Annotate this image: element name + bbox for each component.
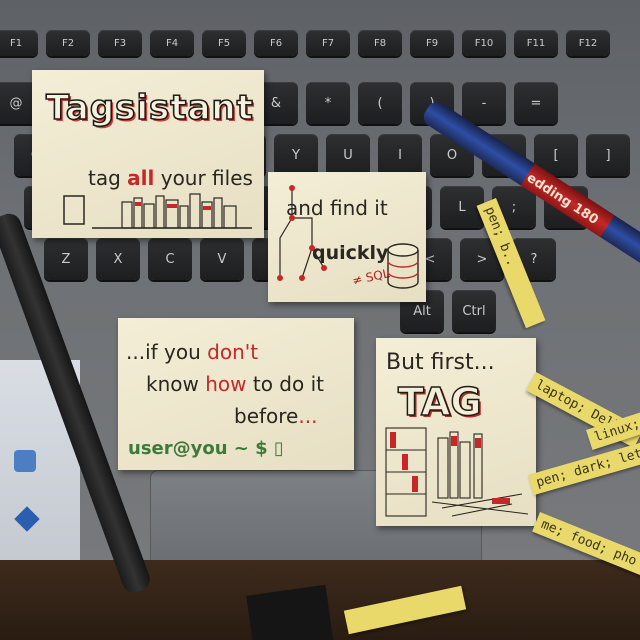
key: F5 bbox=[202, 30, 246, 56]
tagline-post: your files bbox=[154, 166, 253, 190]
key: F3 bbox=[98, 30, 142, 56]
knowhow-line2-emphasis: how bbox=[205, 372, 247, 396]
knowhow-line3: before... bbox=[234, 404, 317, 428]
key: I bbox=[378, 134, 422, 176]
files-sketch bbox=[63, 193, 252, 229]
key: U bbox=[326, 134, 370, 176]
key: X bbox=[96, 238, 140, 280]
knowhow-line2: know how to do it bbox=[146, 372, 324, 396]
key: ( bbox=[358, 82, 402, 124]
sql-note: ≠ SQL bbox=[350, 266, 391, 288]
key: Y bbox=[274, 134, 318, 176]
butfirst-line: But first... bbox=[386, 350, 495, 375]
key: V bbox=[200, 238, 244, 280]
key: F10 bbox=[462, 30, 506, 56]
key: ] bbox=[586, 134, 630, 176]
key: F12 bbox=[566, 30, 610, 56]
key: F9 bbox=[410, 30, 454, 56]
knowhow-line2-post: to do it bbox=[246, 372, 324, 396]
key: C bbox=[148, 238, 192, 280]
knowhow-line2-pre: know bbox=[146, 372, 206, 396]
key: F7 bbox=[306, 30, 350, 56]
tagline-emphasis: all bbox=[127, 166, 155, 190]
knowhow-line3-emphasis: ... bbox=[298, 404, 318, 428]
photo-scene: F1F2F3F4F5F6F7F8F9F10F11F12@#$%^&*()-=QW… bbox=[0, 0, 640, 640]
logo-text: Tagsistant bbox=[45, 87, 254, 129]
note-find: and find it quickly ≠ SQL bbox=[268, 172, 426, 302]
find-line: and find it bbox=[286, 196, 388, 220]
key: F4 bbox=[150, 30, 194, 56]
database-icon bbox=[387, 243, 419, 289]
key: = bbox=[514, 82, 558, 124]
key: F6 bbox=[254, 30, 298, 56]
note-knowhow: ...if you don't know how to do it before… bbox=[118, 318, 354, 470]
key: F8 bbox=[358, 30, 402, 56]
marker-cap bbox=[246, 584, 334, 640]
note-title: Tagsistant tag all your files bbox=[32, 70, 264, 238]
knowhow-line1: ...if you don't bbox=[126, 340, 258, 364]
key: - bbox=[462, 82, 506, 124]
key: F11 bbox=[514, 30, 558, 56]
key: Z bbox=[44, 238, 88, 280]
note-butfirst: But first... TAG bbox=[376, 338, 536, 526]
shell-prompt: user@you ~ $ ▯ bbox=[128, 438, 284, 459]
tagline: tag all your files bbox=[88, 166, 253, 190]
key: Ctrl bbox=[452, 290, 496, 332]
knowhow-line3-pre: before bbox=[234, 404, 299, 428]
tagline-pre: tag bbox=[88, 166, 128, 190]
quickly-line: quickly bbox=[312, 242, 389, 264]
tag-word: TAG bbox=[397, 379, 482, 425]
app-icon bbox=[14, 450, 36, 472]
key: * bbox=[306, 82, 350, 124]
knowhow-line1-emphasis: don't bbox=[207, 340, 259, 364]
knowhow-line1-pre: ...if you bbox=[126, 340, 208, 364]
bookshelf-sketch bbox=[385, 427, 529, 517]
key: F2 bbox=[46, 30, 90, 56]
key: F1 bbox=[0, 30, 38, 56]
dropbox-icon bbox=[14, 506, 40, 532]
